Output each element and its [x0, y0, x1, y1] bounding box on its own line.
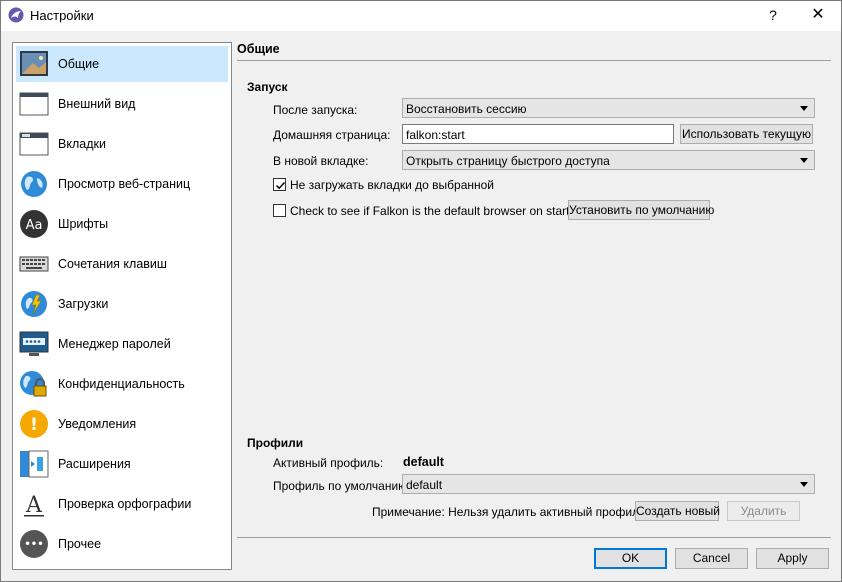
notifications-glyph: ! [30, 415, 38, 435]
sidebar-item-downloads[interactable]: Загрузки [16, 286, 228, 322]
chevron-down-icon [800, 482, 808, 487]
default-browser-label: Check to see if Falkon is the default br… [290, 204, 583, 218]
sidebar-item-spellcheck[interactable]: A Проверка орфографии [16, 486, 228, 522]
create-profile-button[interactable]: Создать новый [635, 501, 720, 521]
other-icon: ••• [19, 529, 49, 559]
sidebar-item-privacy[interactable]: Конфиденциальность [16, 366, 228, 402]
privacy-icon [19, 369, 49, 399]
new-tab-select[interactable]: Открыть страницу быстрого доступа [402, 150, 815, 170]
sidebar-item-password-manager[interactable]: Менеджер паролей [16, 326, 228, 362]
sidebar-item-general[interactable]: Общие [16, 46, 228, 82]
apply-button[interactable]: Apply [756, 548, 829, 569]
window-title: Настройки [30, 8, 94, 23]
globe-icon [19, 169, 49, 199]
sidebar-item-label: Вкладки [58, 137, 106, 151]
general-icon [19, 49, 49, 79]
falkon-app-icon [8, 7, 24, 23]
spellcheck-glyph: A [25, 493, 43, 518]
delete-profile-button[interactable]: Удалить [727, 501, 800, 521]
sidebar-item-label: Просмотр веб-страниц [58, 177, 191, 191]
title-bar[interactable] [0, 0, 842, 31]
title-divider [237, 60, 831, 61]
chevron-down-icon [800, 106, 808, 111]
dont-load-tabs-checkbox[interactable] [273, 178, 286, 191]
homepage-input[interactable]: falkon:start [402, 124, 674, 144]
sidebar-item-label: Загрузки [58, 297, 109, 311]
sidebar-item-appearance[interactable]: Внешний вид [16, 86, 228, 122]
sidebar-item-label: Менеджер паролей [58, 337, 171, 351]
dont-load-tabs-label: Не загружать вкладки до выбранной [290, 178, 495, 192]
default-profile-select[interactable]: default [402, 474, 815, 494]
close-icon: ✕ [811, 6, 825, 23]
after-launch-value: Восстановить сессию [406, 102, 527, 116]
new-tab-label: В новой вкладке: [273, 154, 369, 168]
appearance-icon [19, 89, 49, 119]
sidebar-item-label: Прочее [58, 537, 102, 551]
settings-category-list[interactable]: Общие Внешний вид Вкладки Просмотр веб-с… [12, 42, 232, 570]
sidebar-item-shortcuts[interactable]: Сочетания клавиш [16, 246, 228, 282]
password-manager-icon [19, 329, 49, 359]
keyboard-icon [19, 249, 49, 279]
sidebar-item-tabs[interactable]: Вкладки [16, 126, 228, 162]
sidebar-item-label: Сочетания клавиш [58, 257, 167, 271]
use-current-button[interactable]: Использовать текущую [680, 124, 813, 144]
active-profile-value: default [403, 455, 444, 469]
sidebar-item-label: Уведомления [58, 417, 137, 431]
close-button[interactable]: ✕ [796, 2, 840, 28]
new-tab-value: Открыть страницу быстрого доступа [406, 154, 610, 168]
tabs-icon [19, 129, 49, 159]
active-profile-label: Активный профиль: [273, 456, 384, 470]
after-launch-select[interactable]: Восстановить сессию [402, 98, 815, 118]
page-title: Общие [237, 42, 280, 56]
other-glyph: ••• [24, 539, 43, 550]
sidebar-item-label: Общие [58, 57, 100, 71]
sidebar-item-label: Конфиденциальность [58, 377, 185, 391]
sidebar-item-label: Шрифты [58, 217, 109, 231]
after-launch-label: После запуска: [273, 103, 358, 117]
sidebar-item-fonts[interactable]: Aa Шрифты [16, 206, 228, 242]
fonts-glyph: Aa [26, 218, 43, 233]
default-browser-checkbox[interactable] [273, 204, 286, 217]
fonts-icon: Aa [19, 209, 49, 239]
chevron-down-icon [800, 158, 808, 163]
ok-button[interactable]: OK [594, 548, 667, 569]
sidebar-item-notifications[interactable]: ! Уведомления [16, 406, 228, 442]
sidebar-item-extensions[interactable]: Расширения [16, 446, 228, 482]
footer-divider [237, 537, 831, 538]
spellcheck-icon: A [19, 489, 49, 519]
set-default-button[interactable]: Установить по умолчанию [568, 200, 714, 220]
cancel-button[interactable]: Cancel [675, 548, 748, 569]
checkmark-icon [275, 181, 286, 190]
sidebar-item-label: Расширения [58, 457, 131, 471]
sidebar-item-label: Внешний вид [58, 97, 136, 111]
default-profile-value: default [406, 478, 443, 492]
downloads-icon [19, 289, 49, 319]
notifications-icon: ! [19, 409, 49, 439]
startup-section-title: Запуск [247, 80, 288, 94]
profile-note: Примечание: Нельзя удалить активный проф… [372, 505, 649, 519]
sidebar-item-label: Проверка орфографии [58, 497, 192, 511]
homepage-value: falkon:start [406, 128, 465, 142]
default-profile-label: Профиль по умолчанию: [273, 479, 411, 493]
sidebar-item-other[interactable]: ••• Прочее [16, 526, 228, 562]
profiles-section-title: Профили [247, 436, 304, 450]
sidebar-item-browsing[interactable]: Просмотр веб-страниц [16, 166, 228, 202]
help-button[interactable]: ? [758, 2, 788, 28]
homepage-label: Домашняя страница: [273, 128, 391, 142]
extensions-icon [19, 449, 49, 479]
